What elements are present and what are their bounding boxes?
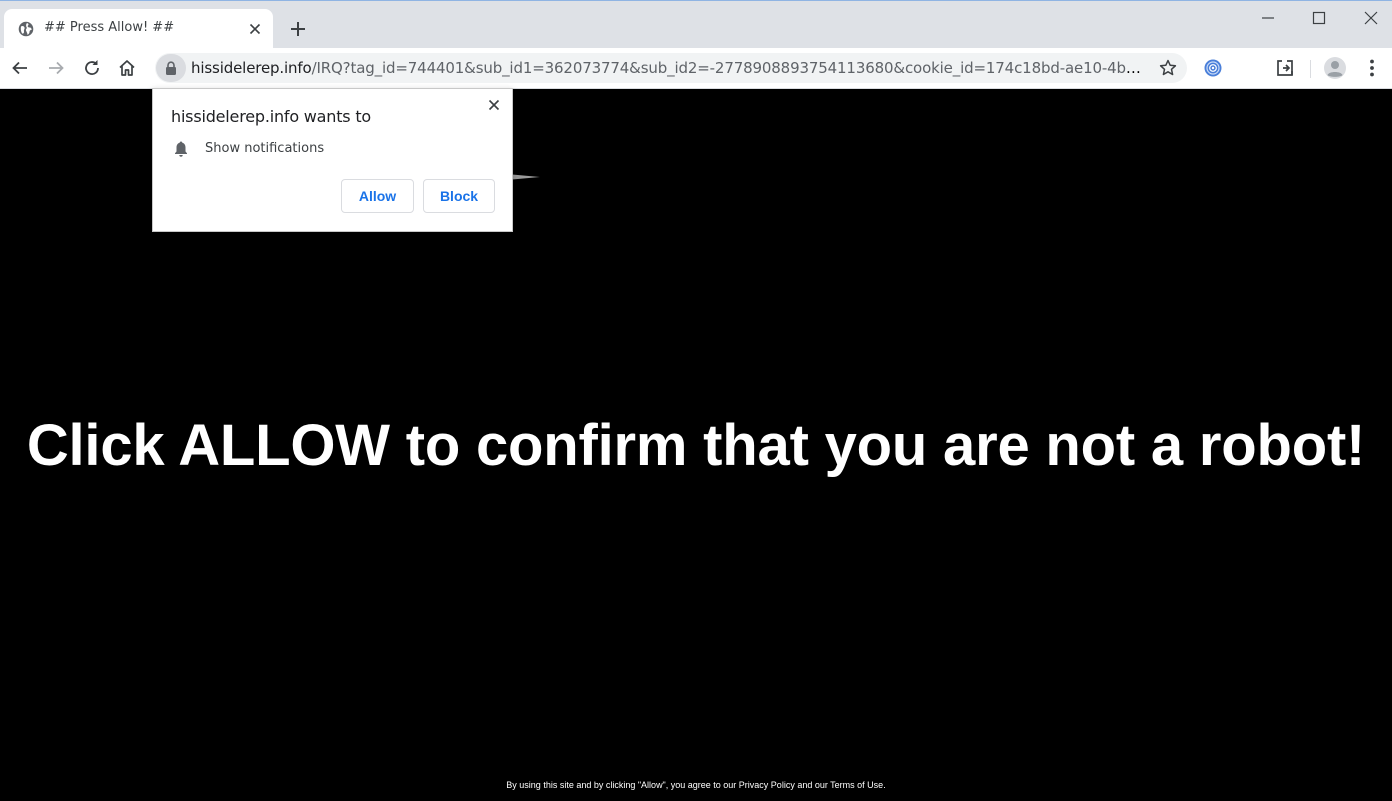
lock-icon: [166, 61, 176, 75]
extension-icon[interactable]: [1203, 58, 1223, 78]
notification-permission-dialog: hissidelerep.info wants to Show notifica…: [152, 88, 513, 232]
dialog-title: hissidelerep.info wants to: [171, 107, 371, 126]
share-icon[interactable]: [1274, 57, 1296, 79]
block-button[interactable]: Block: [423, 179, 495, 213]
browser-toolbar: hissidelerep.info/IRQ?tag_id=744401&sub_…: [0, 48, 1392, 89]
globe-icon: [18, 21, 34, 37]
toolbar-separator: [1310, 60, 1311, 78]
maximize-icon[interactable]: [1307, 9, 1331, 27]
close-window-icon[interactable]: [1359, 9, 1383, 27]
home-icon[interactable]: [116, 57, 138, 79]
minimize-icon[interactable]: [1256, 9, 1280, 27]
page-footer: By using this site and by clicking "Allo…: [506, 780, 886, 790]
url-text[interactable]: hissidelerep.info/IRQ?tag_id=744401&sub_…: [191, 59, 1141, 77]
back-icon[interactable]: [9, 57, 31, 79]
kebab-menu-icon[interactable]: [1362, 57, 1382, 79]
close-icon[interactable]: [486, 97, 502, 113]
url-host: hissidelerep.info: [191, 59, 312, 77]
allow-button[interactable]: Allow: [341, 179, 414, 213]
new-tab-icon[interactable]: [288, 19, 308, 39]
tab-strip: ## Press Allow! ##: [0, 0, 1392, 49]
bell-icon: [175, 141, 187, 157]
tab-title: ## Press Allow! ##: [44, 20, 175, 35]
page-headline: Click ALLOW to confirm that you are not …: [26, 413, 1366, 478]
close-tab-icon[interactable]: [246, 20, 264, 38]
address-bar[interactable]: hissidelerep.info/IRQ?tag_id=744401&sub_…: [155, 53, 1187, 83]
site-info-button[interactable]: [156, 54, 186, 82]
forward-icon[interactable]: [45, 57, 67, 79]
profile-avatar-icon[interactable]: [1323, 56, 1347, 80]
reload-icon[interactable]: [81, 57, 103, 79]
active-tab[interactable]: ## Press Allow! ##: [4, 9, 273, 49]
bookmark-star-icon[interactable]: [1158, 58, 1178, 78]
permission-label: Show notifications: [205, 141, 325, 156]
url-path: /IRQ?tag_id=744401&sub_id1=362073774&sub…: [311, 59, 1141, 77]
